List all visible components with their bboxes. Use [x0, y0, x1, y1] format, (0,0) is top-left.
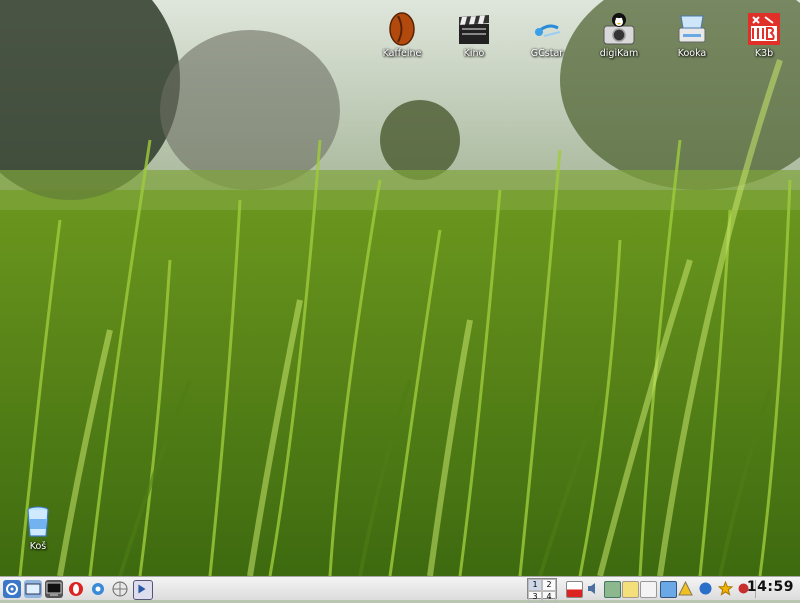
desktop-icon-kaffeine[interactable]: Kaffeine [367, 12, 437, 59]
desktop-icon-label: Kaffeine [382, 48, 422, 59]
k3b-icon [748, 13, 780, 45]
desktop-icon-gcstar[interactable]: GCstar [512, 12, 582, 59]
desktop-icon-digikam[interactable]: digiKam [584, 12, 654, 59]
film-clapper-icon [459, 15, 489, 44]
app-launcher-icon[interactable] [133, 580, 153, 600]
terminal-icon[interactable] [45, 580, 63, 598]
pager-desktop-2[interactable]: 2 [542, 579, 556, 591]
network-globe-icon[interactable] [111, 580, 129, 598]
gcstar-icon [534, 24, 561, 37]
digikam-camera-icon [603, 13, 635, 45]
desktop-icon-k3b[interactable]: K3b [729, 12, 799, 59]
desktop-icon-label: Kino [463, 48, 485, 59]
desktop-icon-trash[interactable]: Koš [3, 505, 73, 552]
scanner-icon [678, 15, 706, 43]
desktop-icon-label: GCstar [530, 48, 564, 59]
pager-desktop-4[interactable]: 4 [542, 591, 556, 603]
opera-browser-icon[interactable] [67, 580, 85, 598]
kde-menu-icon[interactable] [3, 580, 21, 598]
desktop-icon-kino[interactable]: Kino [439, 12, 509, 59]
desktop-wallpaper [0, 0, 800, 576]
kaffeine-coffee-bean-icon [389, 12, 415, 46]
taskbar-clock[interactable]: 14:59 [747, 579, 794, 595]
kde-wallet-icon[interactable] [640, 581, 657, 598]
trash-bin-icon [27, 506, 49, 537]
show-desktop-icon[interactable] [24, 580, 42, 598]
pager-desktop-3[interactable]: 3 [528, 591, 542, 603]
desktop-icon-label: Kooka [677, 48, 707, 59]
desktop-icon-label: K3b [754, 48, 774, 59]
virtual-desktop-pager: 1 2 3 4 [527, 578, 557, 603]
network-manager-icon[interactable] [698, 581, 713, 596]
desktop-icon-label: digiKam [599, 48, 639, 59]
pager-desktop-1[interactable]: 1 [528, 579, 542, 591]
kde-settings-icon[interactable] [89, 580, 107, 598]
desktop-icon-label: Koš [29, 541, 47, 552]
favorites-star-icon[interactable] [717, 580, 734, 596]
warning-icon[interactable] [678, 580, 693, 596]
clipboard-icon[interactable] [604, 581, 621, 598]
desktop-icon-kooka[interactable]: Kooka [657, 12, 727, 59]
update-notifier-icon[interactable] [660, 581, 677, 598]
notes-icon[interactable] [622, 581, 639, 598]
taskbar: 1 2 3 4 14:59 [0, 576, 800, 603]
keyboard-layout-flag-icon[interactable] [566, 581, 583, 598]
volume-speaker-icon[interactable] [586, 581, 601, 596]
